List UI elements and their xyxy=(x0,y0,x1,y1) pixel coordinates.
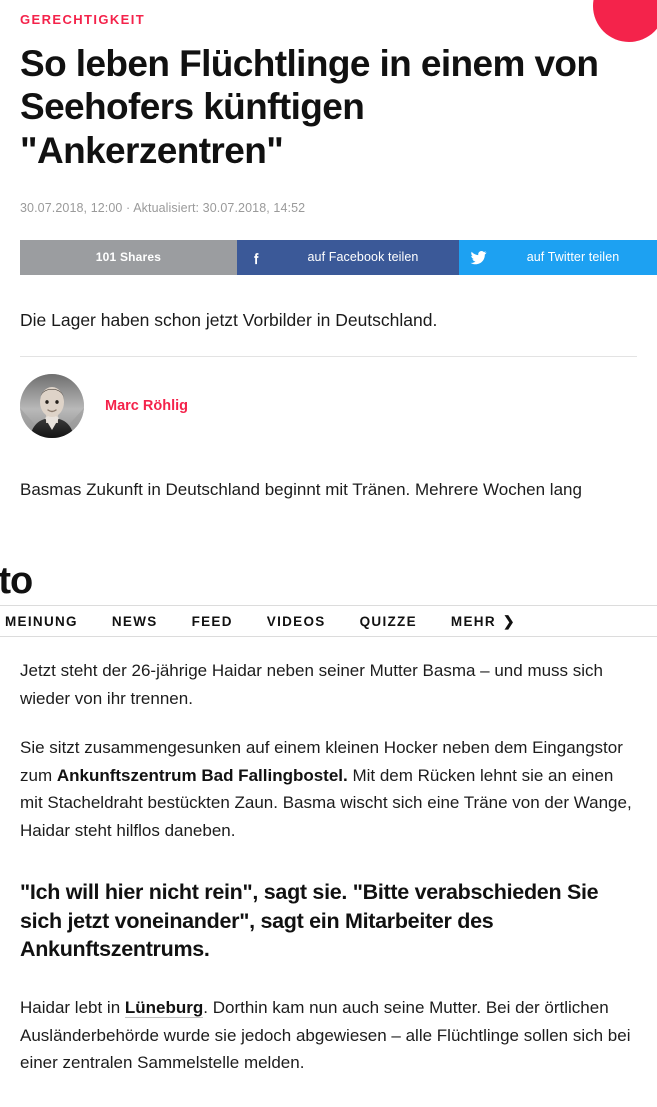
facebook-icon xyxy=(237,249,275,266)
nav-item-meinung[interactable]: MEINUNG xyxy=(5,614,78,629)
share-facebook-label: auf Facebook teilen xyxy=(307,250,419,265)
page-title: So leben Flüchtlinge in einem von Seehof… xyxy=(20,42,599,171)
lead-paragraph: Basmas Zukunft in Deutschland beginnt mi… xyxy=(20,479,582,499)
sticky-header: ento MEINUNG NEWS FEED VIDEOS QUIZZE MEH… xyxy=(0,557,657,637)
nav-item-news[interactable]: NEWS xyxy=(112,614,158,629)
paragraph-2: Sie sitzt zusammengesunken auf einem kle… xyxy=(20,734,637,844)
paragraph-3: Haidar lebt in Lüneburg. Dorthin kam nun… xyxy=(20,994,637,1077)
site-logo-strip[interactable]: ento xyxy=(0,557,657,605)
avatar xyxy=(20,373,84,438)
nav-item-mehr[interactable]: MEHR ❯ xyxy=(451,614,516,629)
author-name[interactable]: Marc Röhlig xyxy=(105,398,188,414)
share-bar: 101 Shares auf Facebook teilen auf Twitt… xyxy=(20,239,657,275)
link-lueneburg[interactable]: Lüneburg xyxy=(124,997,204,1018)
nav-label: MEHR xyxy=(450,613,496,629)
article-kicker[interactable]: GERECHTIGKEIT xyxy=(20,12,637,28)
main-navigation: MEINUNG NEWS FEED VIDEOS QUIZZE MEHR ❯ xyxy=(0,605,657,637)
nav-item-feed[interactable]: FEED xyxy=(192,614,233,629)
paragraph-1: Jetzt steht der 26-jährige Haidar neben … xyxy=(20,661,604,708)
article-teaser: Die Lager haben schon jetzt Vorbilder in… xyxy=(20,309,438,330)
nav-label: MEINUNG xyxy=(5,613,78,629)
twitter-icon xyxy=(459,248,497,266)
portrait-photo-icon xyxy=(20,373,84,438)
share-twitter-label: auf Twitter teilen xyxy=(526,250,620,265)
article-timestamp: 30.07.2018, 12:00 · Aktualisiert: 30.07.… xyxy=(20,200,306,215)
article-body: Jetzt steht der 26-jährige Haidar neben … xyxy=(0,657,657,1077)
nav-item-videos[interactable]: VIDEOS xyxy=(267,614,326,629)
share-facebook-button[interactable]: auf Facebook teilen xyxy=(237,239,459,275)
article-container: GERECHTIGKEIT So leben Flüchtlinge in ei… xyxy=(0,12,657,503)
pull-quote: "Ich will hier nicht rein", sagt sie. "B… xyxy=(20,880,599,962)
nav-item-quizze[interactable]: QUIZZE xyxy=(360,614,417,629)
highlight-ankunftszentrum: Ankunftszentrum Bad Fallingbostel. xyxy=(56,765,348,785)
nav-label: VIDEOS xyxy=(266,613,326,629)
chevron-right-icon: ❯ xyxy=(502,613,516,629)
site-logo[interactable]: ento xyxy=(0,562,33,600)
paragraph-3-text-start: Haidar lebt in xyxy=(20,997,125,1017)
share-count: 101 Shares xyxy=(20,239,237,275)
share-twitter-button[interactable]: auf Twitter teilen xyxy=(459,239,657,275)
nav-label: QUIZZE xyxy=(359,613,417,629)
nav-label: NEWS xyxy=(111,613,158,629)
nav-label: FEED xyxy=(191,613,233,629)
divider-above-author xyxy=(20,355,637,357)
author-block: Marc Röhlig xyxy=(20,373,637,438)
